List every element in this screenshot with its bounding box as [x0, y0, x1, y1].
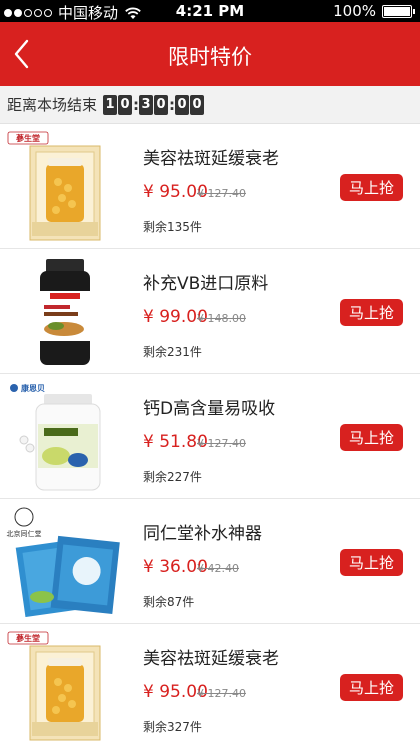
product-item[interactable]: 北京同仁堂 同仁堂补水神器 ¥ 36.00 ¥ 42.40 剩余87件 马上抢 [0, 499, 420, 624]
brand-logo-text: 北京同仁堂 [7, 529, 42, 538]
product-image: 康恩贝 [6, 380, 124, 492]
brand-logo-text: 康恩贝 [21, 383, 45, 393]
product-original-price: ¥ 127.40 [197, 687, 246, 700]
product-item[interactable]: 补充VB进口原料 ¥ 99.00 ¥ 148.00 剩余231件 马上抢 [0, 249, 420, 374]
buy-now-button[interactable]: 马上抢 [340, 174, 403, 201]
product-item[interactable]: 蔘生堂 美容祛斑延缓衰老 ¥ 95.00 ¥ 127.40 剩余327件 马上抢 [0, 624, 420, 747]
status-bar: 中国移动 4:21 PM 100% [0, 0, 420, 22]
product-original-price: ¥ 127.40 [197, 437, 246, 450]
battery-icon [382, 4, 415, 18]
product-stock: 剩余327件 [143, 720, 202, 734]
product-stock: 剩余227件 [143, 470, 202, 484]
product-original-price: ¥ 42.40 [197, 562, 239, 575]
product-item[interactable]: 康恩贝 钙D高含量易吸收 ¥ 51.80 ¥ 127.40 剩余227件 马上抢 [0, 374, 420, 499]
buy-now-button[interactable]: 马上抢 [340, 299, 403, 326]
product-image [6, 255, 124, 367]
product-image: 蔘生堂 [6, 630, 124, 742]
buy-now-button[interactable]: 马上抢 [340, 674, 403, 701]
product-list: 蔘生堂 美容祛斑延缓衰老 ¥ 95.00 ¥ 127.40 剩余135件 马上抢 [0, 124, 420, 747]
product-name: 美容祛斑延缓衰老 [143, 649, 279, 669]
product-item[interactable]: 蔘生堂 美容祛斑延缓衰老 ¥ 95.00 ¥ 127.40 剩余135件 马上抢 [0, 124, 420, 249]
countdown-hour-tens: 1 [103, 94, 118, 115]
countdown-second-tens: 0 [175, 94, 190, 115]
product-image: 蔘生堂 [6, 130, 124, 242]
brand-logo-text: 蔘生堂 [15, 133, 40, 143]
countdown-bar: 距离本场结束 10:30:00 [0, 86, 420, 124]
product-original-price: ¥ 148.00 [197, 312, 246, 325]
product-original-price: ¥ 127.40 [197, 187, 246, 200]
brand-logo-text: 蔘生堂 [15, 633, 40, 643]
countdown-label: 距离本场结束 [7, 96, 98, 114]
product-name: 美容祛斑延缓衰老 [143, 149, 279, 169]
product-stock: 剩余135件 [143, 220, 202, 234]
countdown-minute-ones: 0 [154, 94, 169, 115]
page-title: 限时特价 [168, 45, 252, 69]
nav-bar: 限时特价 [0, 22, 420, 86]
countdown-hour-ones: 0 [118, 94, 133, 115]
countdown-second-ones: 0 [190, 94, 205, 115]
buy-now-button[interactable]: 马上抢 [340, 424, 403, 451]
product-name: 钙D高含量易吸收 [143, 399, 276, 419]
product-stock: 剩余87件 [143, 595, 195, 609]
product-name: 同仁堂补水神器 [143, 524, 262, 544]
product-image: 北京同仁堂 [6, 505, 124, 618]
buy-now-button[interactable]: 马上抢 [340, 549, 403, 576]
countdown-minute-tens: 3 [139, 94, 154, 115]
product-name: 补充VB进口原料 [143, 274, 269, 294]
battery-percent: 100% [333, 2, 376, 20]
product-stock: 剩余231件 [143, 345, 202, 359]
